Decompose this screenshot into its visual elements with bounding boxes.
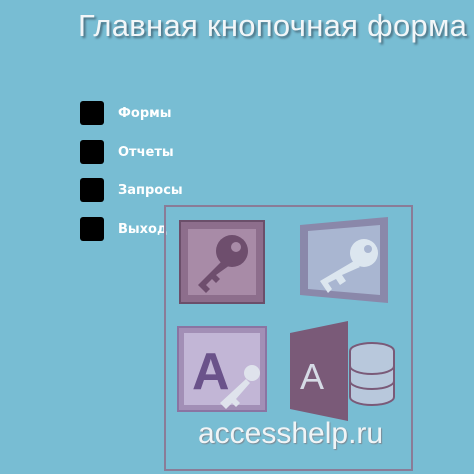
forms-button[interactable]	[80, 101, 104, 125]
svg-text:A: A	[192, 343, 230, 401]
site-watermark: accesshelp.ru	[198, 417, 384, 450]
form-title: Главная кнопочная форма	[78, 8, 468, 43]
svg-text:A: A	[300, 356, 324, 397]
exit-label: Выход	[118, 221, 168, 237]
reports-label: Отчеты	[118, 144, 174, 160]
reports-button[interactable]	[80, 140, 104, 164]
access-2010-icon: A	[177, 326, 267, 412]
menu-item-queries[interactable]: Запросы	[80, 177, 200, 203]
menu-item-reports[interactable]: Отчеты	[80, 139, 200, 165]
forms-label: Формы	[118, 105, 172, 121]
access-2007-key-icon	[300, 217, 388, 303]
exit-button[interactable]	[80, 217, 104, 241]
access-2013-icon: A	[290, 321, 395, 421]
access-2003-key-icon	[179, 220, 265, 304]
queries-button[interactable]	[80, 178, 104, 202]
queries-label: Запросы	[118, 182, 183, 198]
menu-item-forms[interactable]: Формы	[80, 100, 200, 126]
access-logos-panel: A A accesshelp.ru	[164, 205, 413, 471]
